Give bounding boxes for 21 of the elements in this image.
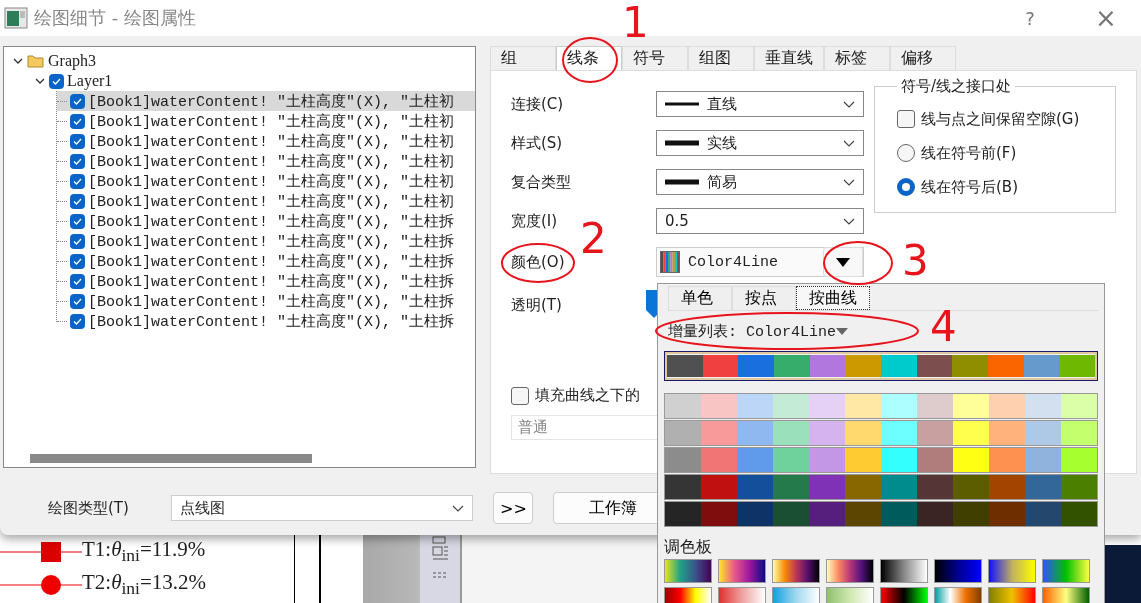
increment-list-label: 增量列表: Color4Line [668,322,837,341]
field-label: 复合类型 [511,172,571,192]
palette-label: 调色板 [664,537,713,558]
option-label: 线与点之间保留空隙(G) [921,109,1080,129]
legend-label: T2:θ$_{ini}$=13.2% [82,571,207,598]
field-label: 透明(T) [511,295,562,315]
field-label: 样式(S) [511,133,563,153]
legend-label: T1:θ$_{ini}$=11.9% [82,538,206,565]
field-label: 颜色(O) [511,252,565,272]
field-label: 绘图类型(T) [48,498,130,518]
group-title: 符号/线之接口处 [900,77,1013,96]
option-label: 线在符号后(B) [921,177,1018,197]
field-label: 宽度(I) [511,211,558,231]
annotation-number: 1 [622,2,649,44]
annotation-number: 2 [580,218,607,260]
checkbox-label: 填充曲线之下的 [535,386,640,405]
annotation-number: 4 [930,306,957,348]
option-label: 线在符号前(F) [921,143,1017,163]
field-label: 连接(C) [511,94,564,114]
window-title: 绘图细节 - 绘图属性 [34,6,196,30]
annotation-number: 3 [902,240,929,282]
